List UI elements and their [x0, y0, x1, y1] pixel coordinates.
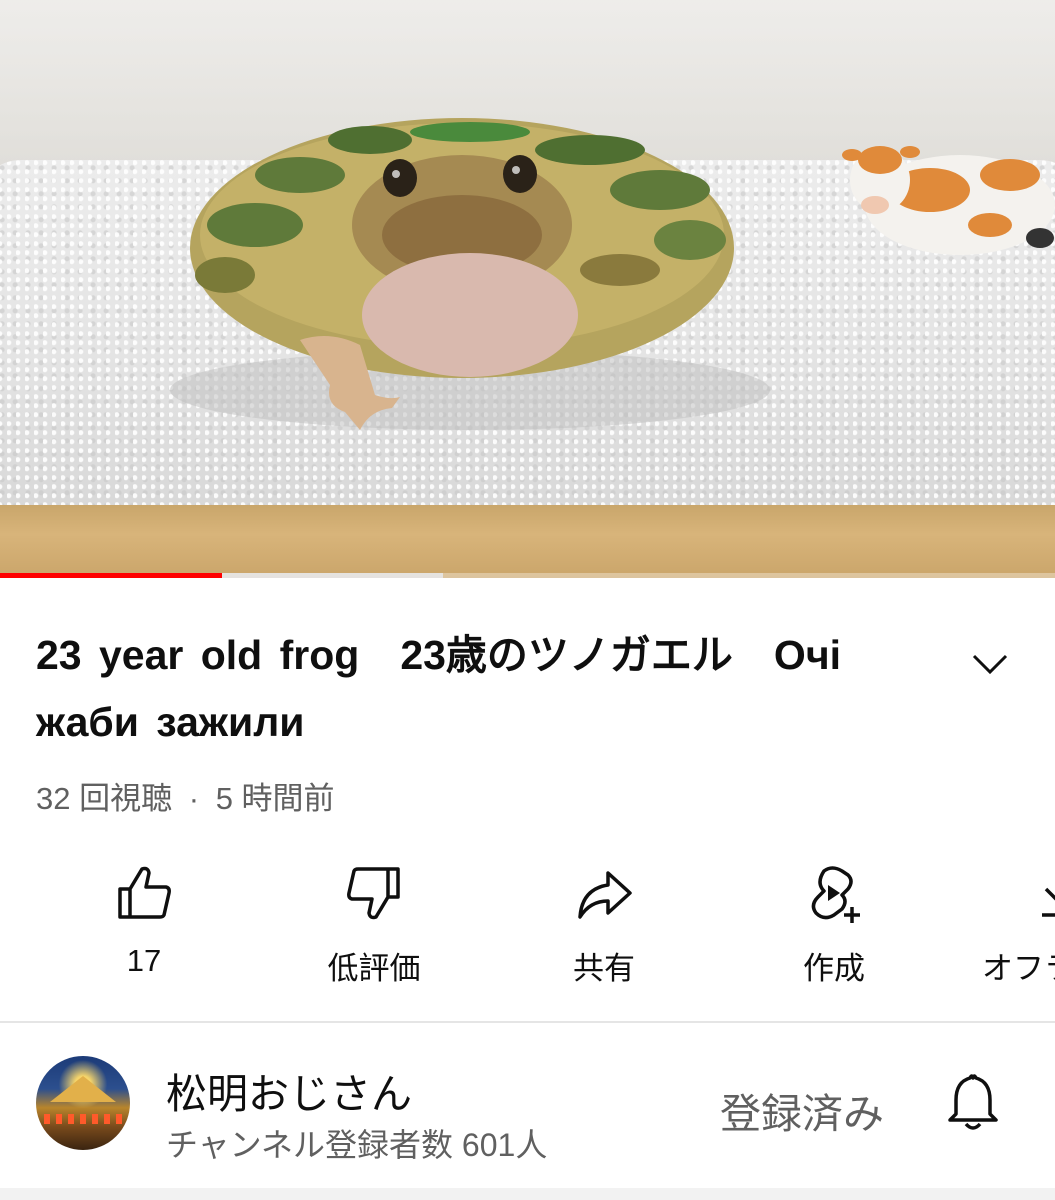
- video-frame-image: [170, 118, 1055, 430]
- subscriber-count: チャンネル登録者数 601人: [166, 1127, 548, 1163]
- expand-description-button[interactable]: [962, 636, 1018, 692]
- create-label: 作成: [803, 951, 865, 986]
- share-button[interactable]: 共有: [504, 855, 704, 995]
- video-title[interactable]: 23 year old frog 23歳のツノガエル Очі жаби зажи…: [36, 622, 936, 756]
- video-meta[interactable]: 32 回視聴 · 5 時間前: [36, 773, 335, 818]
- video-progress-bar[interactable]: [0, 573, 1055, 578]
- download-icon: [1042, 887, 1055, 917]
- like-count: 17: [126, 943, 162, 978]
- notification-bell-icon[interactable]: [940, 1070, 1006, 1136]
- subscribed-button[interactable]: 登録済み: [720, 1080, 884, 1140]
- share-icon: [578, 871, 632, 919]
- avatar-roof-shape: [50, 1076, 116, 1102]
- avatar-lights-shape: [44, 1114, 122, 1124]
- progress-played: [0, 573, 222, 578]
- thumbs-down-icon: [347, 867, 400, 920]
- bottom-edge: [0, 1188, 1055, 1200]
- channel-avatar[interactable]: [36, 1056, 130, 1150]
- meta-separator: ·: [188, 781, 200, 816]
- upload-age: 5 時間前: [215, 781, 335, 816]
- offline-download-button[interactable]: オフラ: [964, 855, 1055, 995]
- channel-name[interactable]: 松明おじさん: [166, 1060, 412, 1120]
- dislike-label: 低評価: [327, 951, 421, 986]
- create-icon: [811, 866, 860, 923]
- chevron-down-icon: [972, 654, 1008, 675]
- offline-label: オフラ: [982, 951, 1055, 986]
- view-count: 32 回視聴: [36, 781, 173, 816]
- create-button[interactable]: 作成: [734, 855, 934, 995]
- like-button[interactable]: 17: [44, 855, 244, 995]
- thumbs-up-icon: [118, 866, 171, 919]
- dislike-button[interactable]: 低評価: [274, 855, 474, 995]
- video-player[interactable]: [0, 0, 1055, 578]
- share-label: 共有: [573, 951, 635, 986]
- section-divider: [0, 1021, 1055, 1023]
